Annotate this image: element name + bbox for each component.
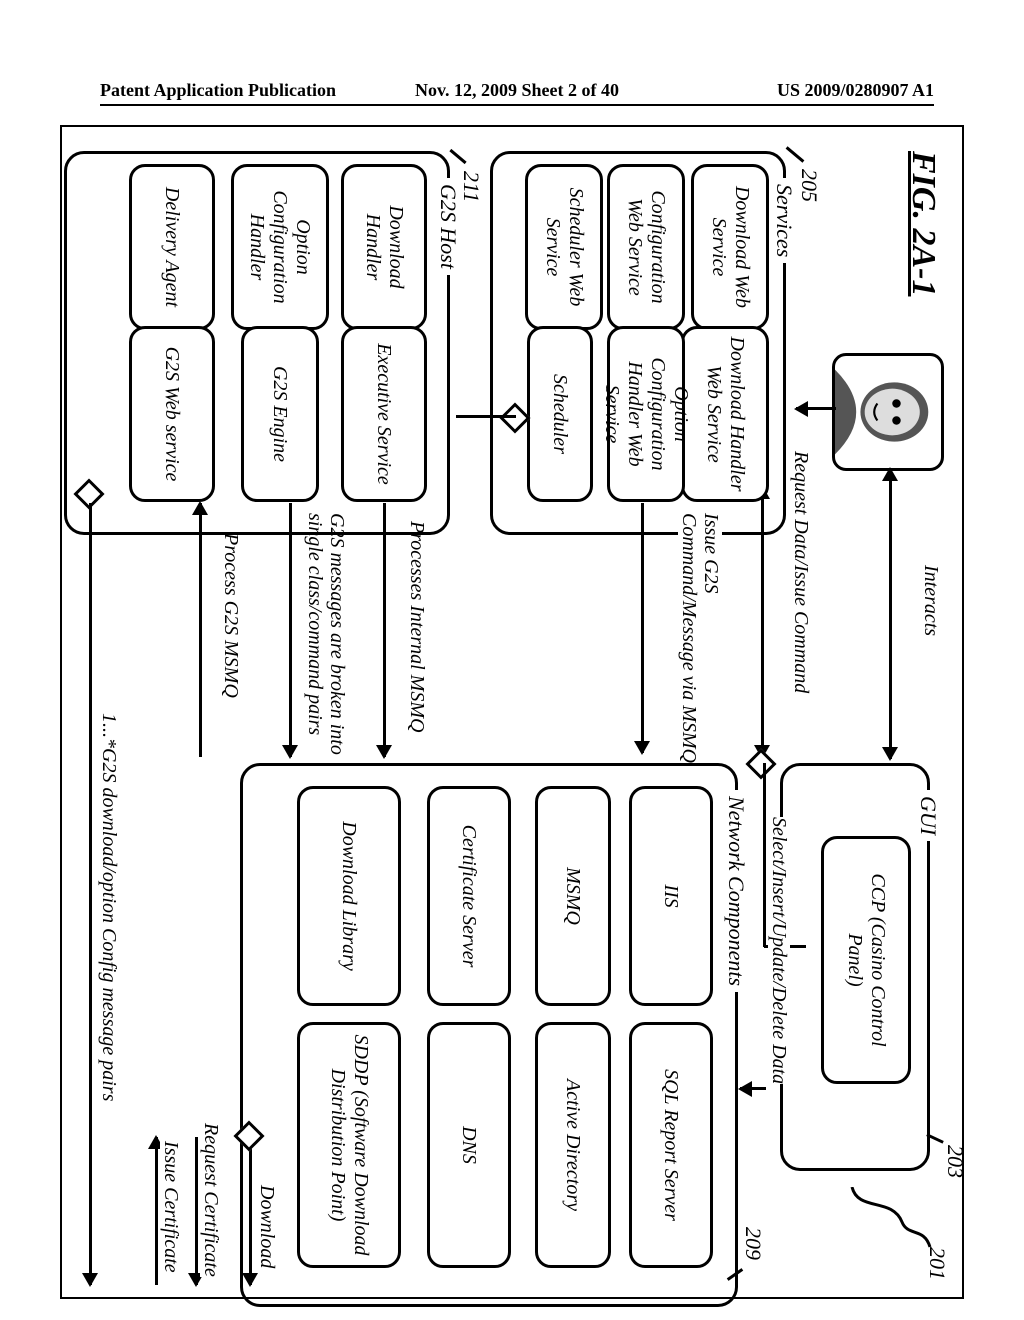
figure-frame: FIG. 2A-1 Interacts (60, 125, 964, 1299)
g2s-engine: G2S Engine (241, 326, 319, 502)
arrow-issue-g2s (641, 503, 644, 753)
ref-205: 205 (796, 169, 822, 202)
label-g2s-broken: G2S messages are broken into single clas… (304, 513, 348, 755)
gui-group: GUI CCP (Casino Control Panel) (780, 763, 930, 1171)
g2s-host-group: G2S Host Download Handler Executive Serv… (64, 151, 450, 535)
gui-drop-h (763, 763, 766, 947)
sql-report-server: SQL Report Server (629, 1022, 713, 1268)
arrow-proc-internal-msmq (383, 503, 386, 757)
label-issue-cert: Issue Certificate (160, 1141, 182, 1273)
label-interacts: Interacts (920, 565, 942, 636)
delivery-agent: Delivery Agent (129, 164, 215, 330)
ref-211: 211 (458, 171, 484, 202)
sddp: SDDP (Software Download Distribution Poi… (297, 1022, 401, 1268)
arrow-g2s-pairs (89, 503, 92, 1285)
arrow-issue-cert (155, 1137, 158, 1285)
iis: IIS (629, 786, 713, 1006)
label-download: Download (256, 1185, 278, 1268)
label-request-cert: Request Certificate (200, 1123, 222, 1277)
ccp-panel: CCP (Casino Control Panel) (821, 836, 911, 1084)
arrow-request-cert (195, 1137, 198, 1285)
header-left: Patent Application Publication (100, 80, 336, 101)
lead-205 (786, 146, 805, 162)
lead-211 (449, 149, 466, 164)
ref-209: 209 (740, 1227, 766, 1260)
label-issue-g2s: Issue G2S Command/Message via MSMQ (678, 513, 722, 763)
arrow-user-to-services-1 (796, 407, 836, 410)
lead-201 (842, 1187, 932, 1257)
option-configuration-handler: Option Configuration Handler (231, 164, 329, 330)
scheduler-web-service: Scheduler Web Service (525, 164, 603, 330)
dns: DNS (427, 1022, 511, 1268)
arrow-process-g2s-msmq (199, 503, 202, 757)
download-library: Download Library (297, 786, 401, 1006)
download-handler-web-service: Download Handler Web Service (681, 326, 769, 502)
header-right: US 2009/0280907 A1 (777, 80, 934, 101)
services-legend: Services (771, 178, 797, 263)
option-config-handler-web-service: Option Configuration Handler Web Service (607, 326, 685, 502)
ref-203: 203 (942, 1145, 968, 1178)
g2s-web-service: G2S Web service (129, 326, 215, 502)
label-process-g2s-msmq: Process G2S MSMQ (220, 533, 242, 698)
configuration-web-service: Configuration Web Service (607, 164, 685, 330)
gui-legend: GUI (915, 790, 941, 841)
arrow-interacts (889, 469, 892, 759)
msmq: MSMQ (535, 786, 611, 1006)
label-select-insert: Select/Insert/Update/Delete Data (768, 817, 790, 1084)
network-group: Network Components IIS SQL Report Server… (240, 763, 738, 1307)
arrow-g2s-broken (289, 503, 292, 757)
download-handler: Download Handler (341, 164, 427, 330)
certificate-server: Certificate Server (427, 786, 511, 1006)
services-to-host-v (456, 415, 516, 418)
header-mid: Nov. 12, 2009 Sheet 2 of 40 (415, 80, 619, 101)
ref-201: 201 (924, 1247, 950, 1280)
network-legend: Network Components (723, 790, 749, 992)
executive-service: Executive Service (341, 326, 427, 502)
diamond-services-gui (745, 748, 776, 779)
active-directory: Active Directory (535, 1022, 611, 1268)
user-icon (832, 353, 944, 471)
services-group: Services Download Web Service Download H… (490, 151, 786, 535)
page: Patent Application Publication Nov. 12, … (0, 0, 1024, 1320)
header-rule (100, 104, 934, 106)
label-request-data: Request Data/Issue Command (790, 451, 812, 693)
label-proc-internal-msmq: Processes Internal MSMQ (406, 521, 428, 732)
figure-2a-1: FIG. 2A-1 Interacts (62, 127, 962, 1297)
arrow-download (249, 1137, 252, 1285)
label-g2s-pairs: 1...*G2S download/option Config message … (98, 713, 120, 1101)
download-web-service: Download Web Service (691, 164, 769, 330)
figure-title: FIG. 2A-1 (904, 151, 942, 296)
arrow-select-insert (740, 1087, 766, 1090)
scheduler: Scheduler (527, 326, 593, 502)
